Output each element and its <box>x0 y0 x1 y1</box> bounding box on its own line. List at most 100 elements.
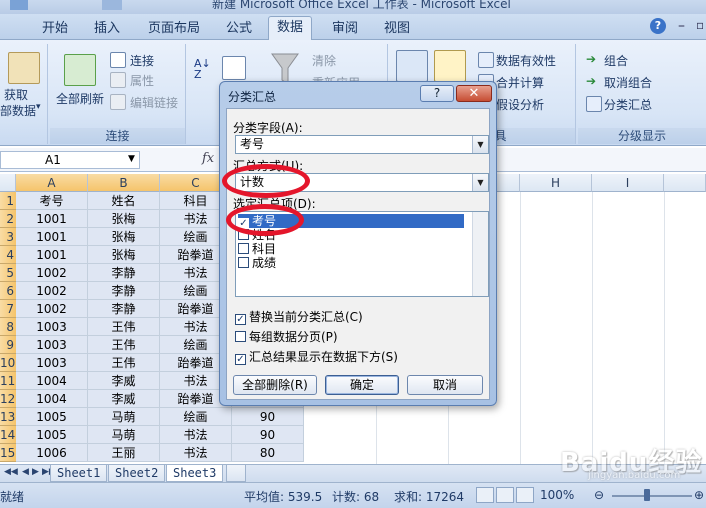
row-header[interactable]: 4 <box>0 246 16 264</box>
row-header[interactable]: 11 <box>0 372 16 390</box>
row-header[interactable]: 8 <box>0 318 16 336</box>
ok-button[interactable]: 确定 <box>325 375 399 395</box>
row-header[interactable]: 15 <box>0 444 16 462</box>
row-header[interactable]: 13 <box>0 408 16 426</box>
sheet-tab-2[interactable]: Sheet2 <box>108 465 166 482</box>
table-cell-id[interactable]: 1001 <box>16 210 88 228</box>
table-cell-name[interactable]: 马萌 <box>88 408 160 426</box>
cancel-button[interactable]: 取消 <box>407 375 483 395</box>
table-cell-name[interactable]: 王丽 <box>88 444 160 462</box>
row-header[interactable]: 10 <box>0 354 16 372</box>
row-header[interactable]: 7 <box>0 300 16 318</box>
table-cell-score[interactable]: 90 <box>232 426 304 444</box>
group-by-select[interactable]: 考号 ▼ <box>235 135 489 154</box>
table-cell-id[interactable]: 1002 <box>16 282 88 300</box>
table-cell-id[interactable]: 1004 <box>16 390 88 408</box>
quick-access-toolbar[interactable] <box>4 0 154 10</box>
restore-icon[interactable]: ▫ <box>696 18 704 32</box>
row-header[interactable]: 2 <box>0 210 16 228</box>
checkbox-icon[interactable] <box>238 243 249 254</box>
tab-review[interactable]: 审阅 <box>324 18 366 40</box>
zoom-slider[interactable] <box>612 495 692 497</box>
row-header[interactable]: 3 <box>0 228 16 246</box>
prev-sheet-icon[interactable]: ◀ <box>22 467 29 477</box>
chevron-down-icon[interactable]: ▼ <box>472 174 488 191</box>
column-header-a[interactable]: A <box>16 174 88 192</box>
tab-formulas[interactable]: 公式 <box>218 18 260 40</box>
table-cell-id[interactable]: 1003 <box>16 336 88 354</box>
get-external-label-1[interactable]: 获取 <box>4 86 28 103</box>
tab-page-layout[interactable]: 页面布局 <box>140 18 208 40</box>
table-cell-id[interactable]: 1005 <box>16 408 88 426</box>
table-cell-id[interactable]: 1005 <box>16 426 88 444</box>
replace-current-option[interactable]: ✓ 替换当前分类汇总(C) <box>235 309 363 325</box>
insert-sheet-icon[interactable] <box>226 465 246 482</box>
properties-button[interactable]: 属性 <box>130 72 154 89</box>
tab-data[interactable]: 数据 <box>268 16 313 41</box>
text-to-columns-icon[interactable] <box>396 50 428 82</box>
table-cell-score[interactable]: 90 <box>232 408 304 426</box>
summary-below-option[interactable]: ✓ 汇总结果显示在数据下方(S) <box>235 349 398 365</box>
table-cell-id[interactable]: 1002 <box>16 300 88 318</box>
checkbox-icon[interactable] <box>238 257 249 268</box>
normal-view-icon[interactable] <box>476 487 494 503</box>
row-header[interactable]: 5 <box>0 264 16 282</box>
sheet-tab-1[interactable]: Sheet1 <box>50 465 108 482</box>
page-layout-view-icon[interactable] <box>496 487 514 503</box>
column-header-j[interactable] <box>664 174 706 192</box>
minimize-icon[interactable]: – <box>678 18 685 34</box>
table-cell-name[interactable]: 马萌 <box>88 426 160 444</box>
table-cell-name[interactable]: 张梅 <box>88 228 160 246</box>
data-validation-button[interactable]: 数据有效性 <box>496 52 556 69</box>
subtotal-button[interactable]: 分类汇总 <box>604 96 652 113</box>
zoom-slider-thumb[interactable] <box>644 489 650 501</box>
refresh-all-icon[interactable] <box>64 54 96 86</box>
table-cell-name[interactable]: 王伟 <box>88 336 160 354</box>
list-scrollbar[interactable] <box>472 212 488 296</box>
zoom-out-icon[interactable]: ⊖ <box>594 488 604 502</box>
clear-filter-button[interactable]: 清除 <box>312 52 336 69</box>
first-sheet-icon[interactable]: ◀◀ <box>4 467 18 477</box>
table-cell-subject[interactable]: 书法 <box>160 426 232 444</box>
row-header[interactable]: 14 <box>0 426 16 444</box>
table-cell-name[interactable]: 李威 <box>88 390 160 408</box>
connections-button[interactable]: 连接 <box>130 52 154 69</box>
refresh-all-button[interactable]: 全部刷新 <box>56 90 104 107</box>
dialog-close-button[interactable]: ✕ <box>456 85 492 102</box>
zoom-level[interactable]: 100% <box>540 488 574 502</box>
help-icon[interactable]: ? <box>650 18 666 34</box>
column-header-h[interactable]: H <box>520 174 592 192</box>
table-cell-id[interactable]: 1004 <box>16 372 88 390</box>
cell-b1[interactable]: 姓名 <box>88 192 160 210</box>
table-cell-name[interactable]: 张梅 <box>88 246 160 264</box>
table-cell-id[interactable]: 1001 <box>16 228 88 246</box>
zoom-in-icon[interactable]: ⊕ <box>694 488 704 502</box>
tab-view[interactable]: 视图 <box>376 18 418 40</box>
row-header[interactable]: 9 <box>0 336 16 354</box>
table-cell-id[interactable]: 1002 <box>16 264 88 282</box>
chevron-down-icon[interactable]: ▼ <box>128 154 135 164</box>
row-header[interactable]: 1 <box>0 192 16 210</box>
page-break-view-icon[interactable] <box>516 487 534 503</box>
table-cell-name[interactable]: 王伟 <box>88 354 160 372</box>
cell-a1[interactable]: 考号 <box>16 192 88 210</box>
remove-duplicates-icon[interactable] <box>434 50 466 82</box>
next-sheet-icon[interactable]: ▶ <box>32 467 39 477</box>
column-header-i[interactable]: I <box>592 174 664 192</box>
table-cell-subject[interactable]: 书法 <box>160 444 232 462</box>
chevron-down-icon[interactable]: ▼ <box>472 136 488 153</box>
table-cell-name[interactable]: 李威 <box>88 372 160 390</box>
table-cell-name[interactable]: 李静 <box>88 300 160 318</box>
sort-az-icon[interactable]: A↓ Z <box>194 58 211 80</box>
table-cell-id[interactable]: 1003 <box>16 318 88 336</box>
insert-function-icon[interactable]: fx <box>202 151 214 166</box>
row-header[interactable]: 12 <box>0 390 16 408</box>
tab-insert[interactable]: 插入 <box>86 18 128 40</box>
sheet-tab-3[interactable]: Sheet3 <box>166 465 224 482</box>
name-box[interactable]: A1 <box>0 151 140 169</box>
row-header[interactable]: 6 <box>0 282 16 300</box>
edit-links-button[interactable]: 编辑链接 <box>130 94 178 111</box>
select-all-corner[interactable] <box>0 174 16 192</box>
table-cell-id[interactable]: 1003 <box>16 354 88 372</box>
column-header-b[interactable]: B <box>88 174 160 192</box>
